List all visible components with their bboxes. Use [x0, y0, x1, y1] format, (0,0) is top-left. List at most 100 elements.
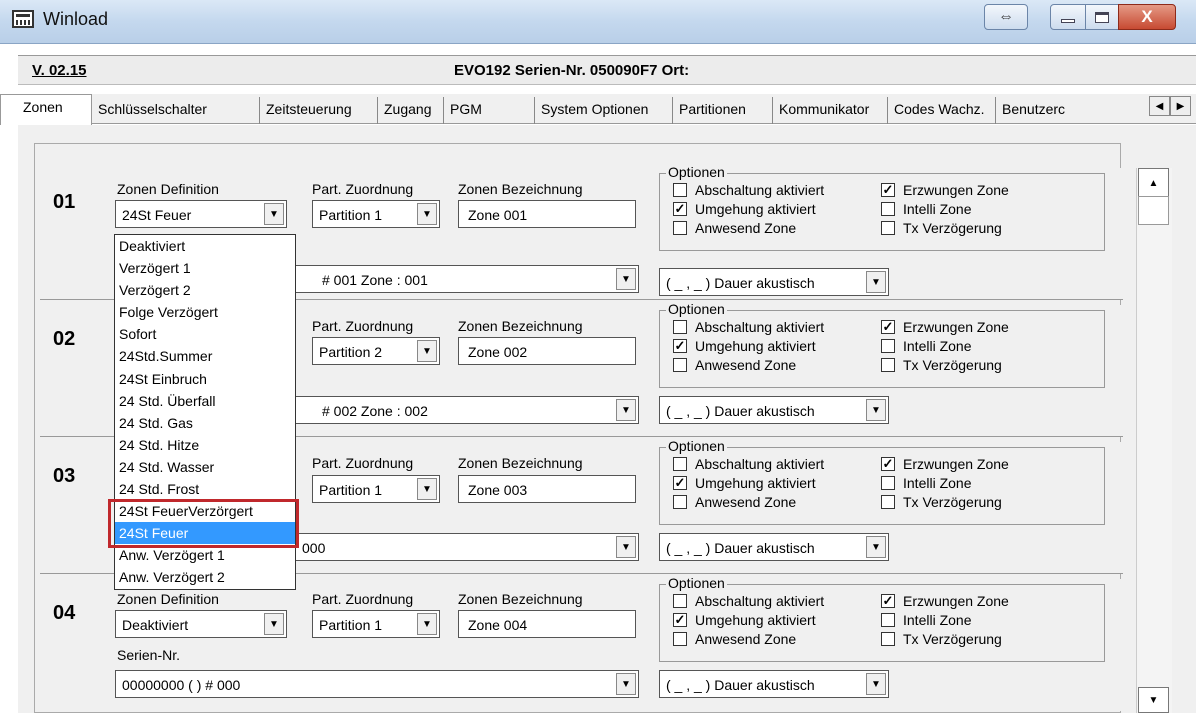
chevron-down-icon[interactable]: ▼	[616, 536, 636, 558]
close-button[interactable]: X	[1118, 4, 1176, 30]
checkbox-icon	[673, 183, 687, 197]
chevron-down-icon[interactable]: ▼	[417, 613, 437, 635]
tab-scroll-right-icon[interactable]: ▶	[1170, 96, 1191, 116]
tab-kommunikator[interactable]: Kommunikator	[773, 97, 888, 124]
dauer-select[interactable]: ( _ , _ ) Dauer akustisch ▼	[659, 670, 889, 698]
scroll-up-icon[interactable]: ▲	[1138, 168, 1169, 199]
tab-zeitsteuerung[interactable]: Zeitsteuerung	[260, 97, 378, 124]
dropdown-option[interactable]: Anw. Verzögert 2	[115, 566, 295, 588]
checkbox-intelli[interactable]: Intelli Zone	[881, 338, 971, 354]
checkbox-abschaltung[interactable]: Abschaltung aktiviert	[673, 182, 824, 198]
serial-select[interactable]: # 002 Zone : 002 ▼	[295, 396, 639, 424]
chevron-down-icon[interactable]: ▼	[264, 613, 284, 635]
checkbox-erzwungen[interactable]: ✓ Erzwungen Zone	[881, 456, 1009, 472]
resize-button[interactable]: ⇔	[984, 4, 1028, 30]
tab-partitionen[interactable]: Partitionen	[673, 97, 773, 124]
chevron-down-icon[interactable]: ▼	[616, 673, 636, 695]
zone-definition-select[interactable]: Deaktiviert ▼	[115, 610, 287, 638]
zone-definition-select[interactable]: 24St Feuer ▼	[115, 200, 287, 228]
chevron-down-icon[interactable]: ▼	[417, 340, 437, 362]
tab-zonen[interactable]: Zonen	[0, 94, 92, 125]
chevron-down-icon[interactable]: ▼	[417, 478, 437, 500]
dropdown-option[interactable]: 24Std.Summer	[115, 345, 295, 367]
chevron-down-icon[interactable]: ▼	[616, 399, 636, 421]
checkbox-tx[interactable]: Tx Verzögerung	[881, 357, 1002, 373]
checkbox-anwesend[interactable]: Anwesend Zone	[673, 220, 796, 236]
dropdown-option[interactable]: Verzögert 1	[115, 257, 295, 279]
minimize-button[interactable]	[1050, 4, 1086, 30]
checkmark-icon: ✓	[881, 593, 895, 608]
dropdown-option[interactable]: 24 Std. Frost	[115, 478, 295, 500]
tab-schluesselschalter[interactable]: Schlüsselschalter	[92, 97, 260, 124]
serial-select[interactable]: 00000000 ( ) # 000 ▼	[115, 670, 639, 698]
checkbox-umgehung[interactable]: ✓ Umgehung aktiviert	[673, 201, 816, 217]
checkbox-label: Anwesend Zone	[695, 631, 797, 647]
zone-name-input[interactable]: Zone 001	[458, 200, 636, 228]
zone-name-input[interactable]: Zone 003	[458, 475, 636, 503]
checkbox-intelli[interactable]: Intelli Zone	[881, 201, 971, 217]
zone-name-input[interactable]: Zone 004	[458, 610, 636, 638]
dauer-select[interactable]: ( _ , _ ) Dauer akustisch ▼	[659, 268, 889, 296]
checkbox-icon	[881, 495, 895, 509]
partition-select[interactable]: Partition 2 ▼	[312, 337, 440, 365]
checkbox-erzwungen[interactable]: ✓ Erzwungen Zone	[881, 319, 1009, 335]
checkbox-label: Abschaltung aktiviert	[695, 319, 825, 335]
dropdown-option[interactable]: Deaktiviert	[115, 235, 295, 257]
checkbox-anwesend[interactable]: Anwesend Zone	[673, 631, 796, 647]
dropdown-option[interactable]: 24 Std. Überfall	[115, 390, 295, 412]
tab-codes-wachz[interactable]: Codes Wachz.	[888, 97, 996, 124]
checkbox-umgehung[interactable]: ✓ Umgehung aktiviert	[673, 475, 816, 491]
dropdown-option[interactable]: 24 Std. Hitze	[115, 434, 295, 456]
checkbox-erzwungen[interactable]: ✓ Erzwungen Zone	[881, 182, 1009, 198]
chevron-down-icon[interactable]: ▼	[616, 268, 636, 290]
checkbox-abschaltung[interactable]: Abschaltung aktiviert	[673, 456, 824, 472]
chevron-down-icon[interactable]: ▼	[866, 271, 886, 293]
tab-benutzercodes[interactable]: Benutzerc	[996, 97, 1082, 124]
checkbox-anwesend[interactable]: Anwesend Zone	[673, 357, 796, 373]
partition-select[interactable]: Partition 1 ▼	[312, 610, 440, 638]
serial-select[interactable]: # 001 Zone : 001 ▼	[295, 265, 639, 293]
chevron-down-icon[interactable]: ▼	[866, 399, 886, 421]
scroll-thumb[interactable]	[1138, 196, 1169, 225]
scroll-down-icon[interactable]: ▼	[1138, 687, 1169, 713]
tab-pgm[interactable]: PGM	[444, 97, 535, 124]
dropdown-option[interactable]: 24 Std. Gas	[115, 412, 295, 434]
checkbox-abschaltung[interactable]: Abschaltung aktiviert	[673, 319, 824, 335]
dropdown-option[interactable]: Sofort	[115, 323, 295, 345]
version-link[interactable]: V. 02.15	[32, 62, 87, 79]
chevron-down-icon[interactable]: ▼	[866, 673, 886, 695]
tab-scroll-left-icon[interactable]: ◀	[1149, 96, 1170, 116]
partition-select[interactable]: Partition 1 ▼	[312, 200, 440, 228]
checkbox-tx[interactable]: Tx Verzögerung	[881, 494, 1002, 510]
checkbox-intelli[interactable]: Intelli Zone	[881, 475, 971, 491]
dauer-select[interactable]: ( _ , _ ) Dauer akustisch ▼	[659, 533, 889, 561]
tab-zugang[interactable]: Zugang	[378, 97, 444, 124]
zone-name-label: Zonen Bezeichnung	[458, 181, 583, 197]
chevron-down-icon[interactable]: ▼	[264, 203, 284, 225]
checkbox-erzwungen[interactable]: ✓ Erzwungen Zone	[881, 593, 1009, 609]
checkbox-tx[interactable]: Tx Verzögerung	[881, 631, 1002, 647]
vertical-scrollbar[interactable]	[1136, 168, 1172, 713]
checkbox-umgehung[interactable]: ✓ Umgehung aktiviert	[673, 612, 816, 628]
tab-system-optionen[interactable]: System Optionen	[535, 97, 673, 124]
checkbox-anwesend[interactable]: Anwesend Zone	[673, 494, 796, 510]
dropdown-option[interactable]: Verzögert 2	[115, 279, 295, 301]
serial-select[interactable]: 000 ▼	[295, 533, 639, 561]
dropdown-option[interactable]: 24 Std. Wasser	[115, 456, 295, 478]
partition-select[interactable]: Partition 1 ▼	[312, 475, 440, 503]
checkbox-label: Anwesend Zone	[695, 220, 797, 236]
dropdown-option[interactable]: Folge Verzögert	[115, 301, 295, 323]
dropdown-option[interactable]: 24St Einbruch	[115, 368, 295, 390]
checkbox-abschaltung[interactable]: Abschaltung aktiviert	[673, 593, 824, 609]
checkbox-tx[interactable]: Tx Verzögerung	[881, 220, 1002, 236]
checkbox-label: Abschaltung aktiviert	[695, 182, 825, 198]
chevron-down-icon[interactable]: ▼	[866, 536, 886, 558]
dauer-select[interactable]: ( _ , _ ) Dauer akustisch ▼	[659, 396, 889, 424]
zone-name-input[interactable]: Zone 002	[458, 337, 636, 365]
close-icon: X	[1141, 7, 1153, 26]
checkmark-icon: ✓	[673, 338, 687, 353]
maximize-button[interactable]	[1085, 4, 1119, 30]
chevron-down-icon[interactable]: ▼	[417, 203, 437, 225]
checkbox-intelli[interactable]: Intelli Zone	[881, 612, 971, 628]
checkbox-umgehung[interactable]: ✓ Umgehung aktiviert	[673, 338, 816, 354]
